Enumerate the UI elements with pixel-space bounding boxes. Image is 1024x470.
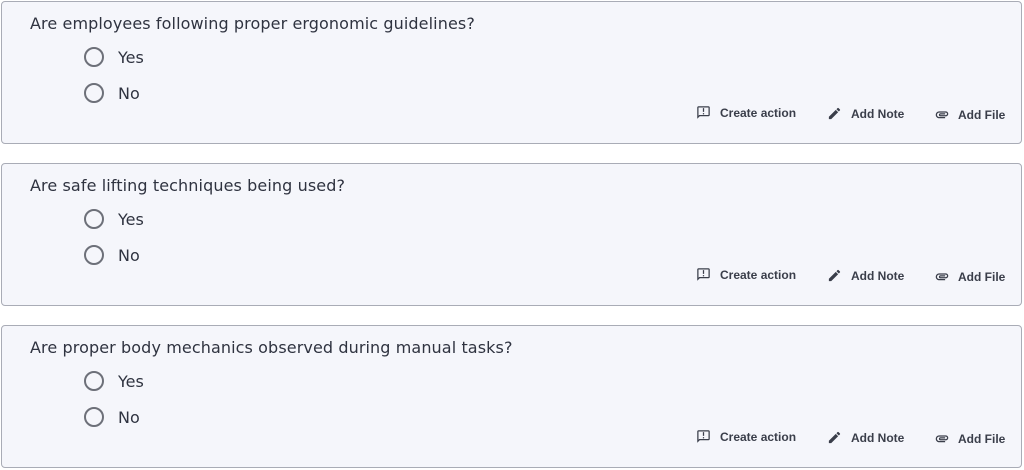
question-actions: Create action Add Note Add File: [696, 429, 1016, 449]
feedback-icon: [696, 267, 711, 282]
question-card: Are employees following proper ergonomic…: [1, 1, 1022, 144]
option-yes[interactable]: Yes: [84, 371, 144, 391]
radio-button[interactable]: [84, 47, 104, 67]
feedback-icon: [696, 429, 711, 444]
paperclip-icon: [934, 107, 949, 122]
radio-button[interactable]: [84, 209, 104, 229]
radio-button[interactable]: [84, 83, 104, 103]
radio-button[interactable]: [84, 407, 104, 427]
option-no[interactable]: No: [84, 245, 140, 265]
add-note-button[interactable]: Add Note: [827, 268, 904, 283]
add-file-label: Add File: [958, 107, 1006, 122]
create-action-button[interactable]: Create action: [696, 105, 796, 120]
option-label: Yes: [118, 47, 144, 67]
add-file-label: Add File: [958, 431, 1006, 446]
create-action-label: Create action: [720, 267, 797, 282]
add-note-label: Add Note: [851, 430, 905, 445]
pencil-icon: [827, 430, 842, 445]
option-no[interactable]: No: [84, 407, 140, 427]
paperclip-icon: [934, 431, 949, 446]
question-text: Are employees following proper ergonomic…: [30, 14, 475, 33]
add-note-button[interactable]: Add Note: [827, 430, 904, 445]
question-card: Are proper body mechanics observed durin…: [1, 325, 1022, 468]
option-label: Yes: [118, 371, 144, 391]
question-card: Are safe lifting techniques being used? …: [1, 163, 1022, 306]
option-yes[interactable]: Yes: [84, 47, 144, 67]
feedback-icon: [696, 105, 711, 120]
option-label: No: [118, 83, 140, 103]
pencil-icon: [827, 268, 842, 283]
question-text: Are proper body mechanics observed durin…: [30, 338, 513, 357]
pencil-icon: [827, 106, 842, 121]
question-actions: Create action Add Note Add File: [696, 105, 1016, 125]
create-action-button[interactable]: Create action: [696, 267, 796, 282]
question-actions: Create action Add Note Add File: [696, 267, 1016, 287]
radio-button[interactable]: [84, 245, 104, 265]
create-action-label: Create action: [720, 105, 797, 120]
add-file-button[interactable]: Add File: [934, 431, 1005, 446]
add-file-button[interactable]: Add File: [934, 269, 1005, 284]
radio-button[interactable]: [84, 371, 104, 391]
option-label: No: [118, 245, 140, 265]
paperclip-icon: [934, 269, 949, 284]
add-note-button[interactable]: Add Note: [827, 106, 904, 121]
create-action-button[interactable]: Create action: [696, 429, 796, 444]
option-label: No: [118, 407, 140, 427]
add-note-label: Add Note: [851, 106, 905, 121]
option-no[interactable]: No: [84, 83, 140, 103]
option-label: Yes: [118, 209, 144, 229]
add-file-label: Add File: [958, 269, 1006, 284]
option-yes[interactable]: Yes: [84, 209, 144, 229]
question-text: Are safe lifting techniques being used?: [30, 176, 346, 195]
create-action-label: Create action: [720, 429, 797, 444]
add-note-label: Add Note: [851, 268, 905, 283]
add-file-button[interactable]: Add File: [934, 107, 1005, 122]
